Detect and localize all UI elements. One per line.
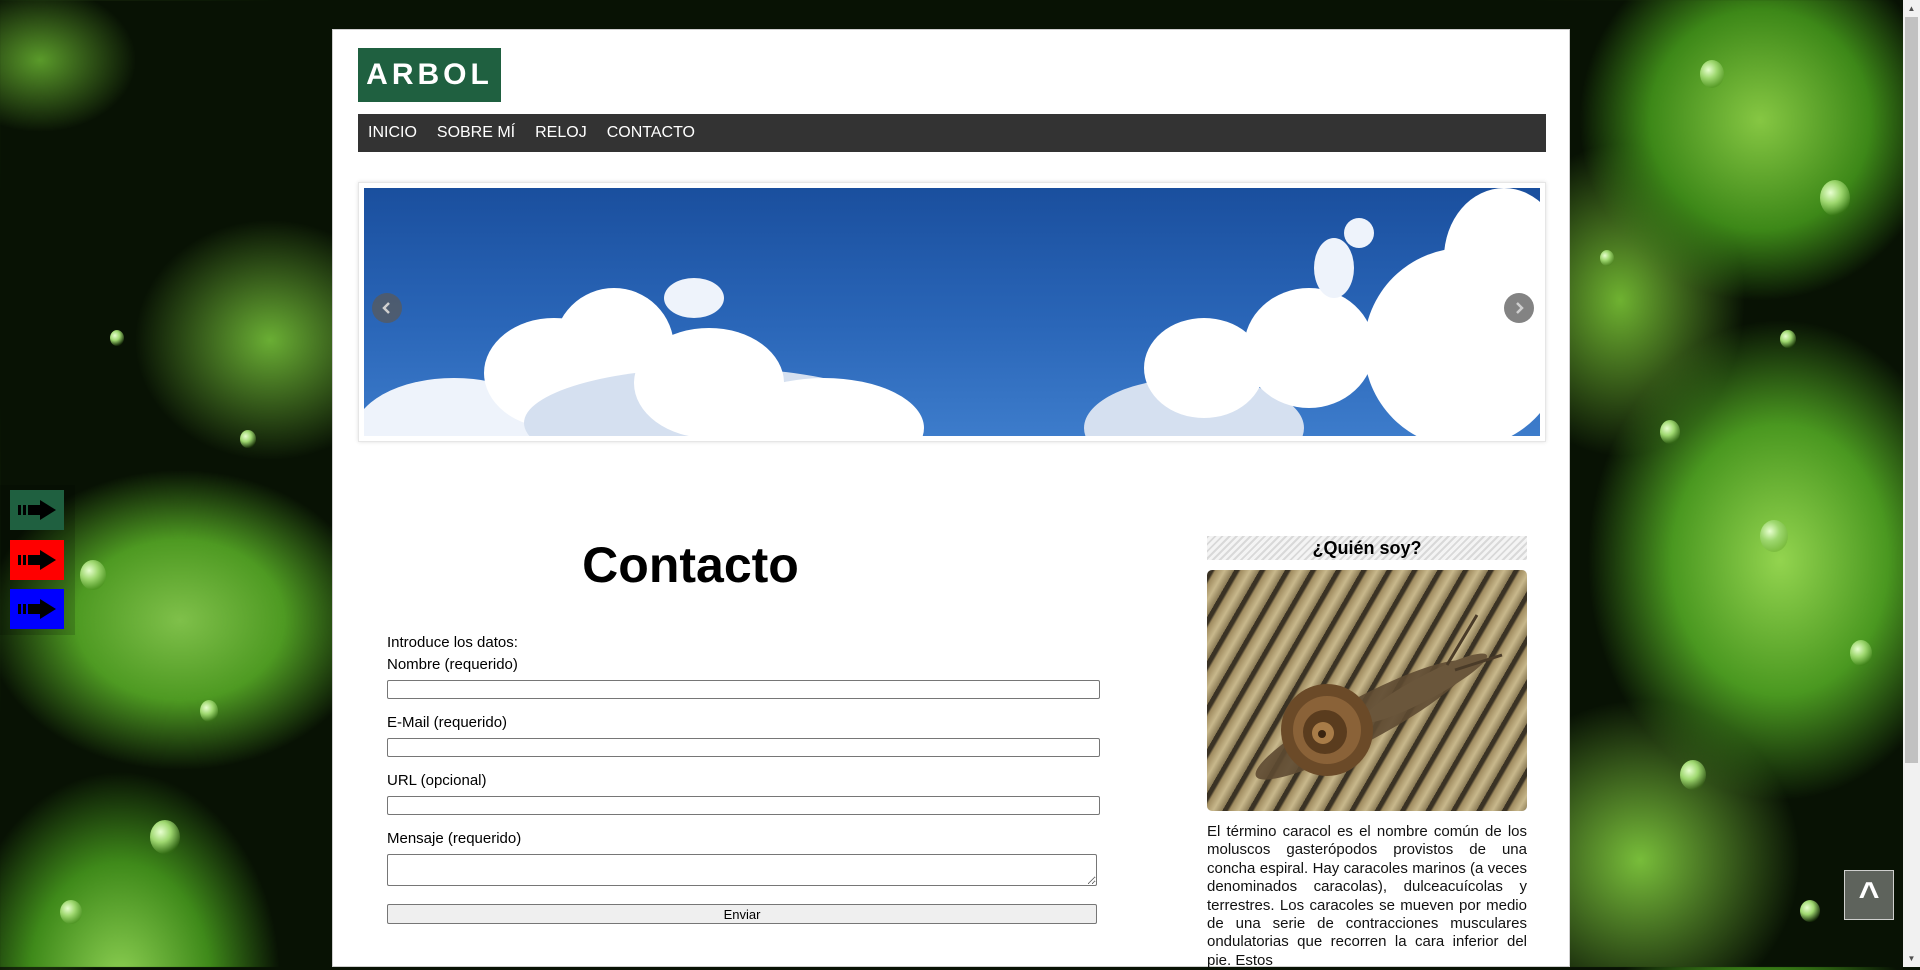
scroll-up-icon[interactable]: ▲ [1903, 0, 1920, 17]
name-field[interactable] [387, 680, 1100, 699]
arrow-right-icon [18, 500, 56, 520]
nav-item-inicio[interactable]: INICIO [368, 124, 417, 142]
caret-up-icon: ^ [1858, 874, 1880, 915]
image-slider [358, 182, 1546, 442]
sidebar-title: ¿Quién soy? [1207, 536, 1527, 560]
logo-text: ARBOL [366, 58, 493, 91]
page-container: ARBOL INICIO SOBRE MÍ RELOJ CONTACTO Con… [332, 29, 1570, 970]
email-field[interactable] [387, 738, 1100, 757]
arrow-right-icon [18, 550, 56, 570]
url-field[interactable] [387, 796, 1100, 815]
theme-blue-button[interactable] [10, 589, 64, 629]
arrow-right-icon [18, 599, 56, 619]
page-title: Contacto [582, 537, 799, 593]
theme-switcher [0, 485, 75, 635]
slider-prev-button[interactable] [372, 293, 402, 323]
submit-button[interactable]: Enviar [387, 904, 1097, 924]
nav-item-reloj[interactable]: RELOJ [535, 124, 587, 142]
email-label: E-Mail (requerido) [387, 714, 508, 731]
contact-form: Introduce los datos: Nombre (requerido) … [387, 632, 1102, 924]
scroll-down-icon[interactable]: ▼ [1903, 950, 1920, 967]
form-intro: Introduce los datos: [387, 634, 518, 651]
chevron-right-icon [1516, 302, 1524, 314]
site-logo[interactable]: ARBOL [358, 48, 501, 102]
nav-item-sobre-mi[interactable]: SOBRE MÍ [437, 124, 515, 142]
name-label: Nombre (requerido) [387, 656, 518, 673]
theme-green-button[interactable] [10, 490, 64, 530]
message-label: Mensaje (requerido) [387, 830, 522, 847]
main-nav: INICIO SOBRE MÍ RELOJ CONTACTO [358, 114, 1546, 152]
back-to-top-button[interactable]: ^ [1844, 870, 1894, 920]
chevron-left-icon [382, 302, 390, 314]
slider-next-button[interactable] [1504, 293, 1534, 323]
slider-image-sky [364, 188, 1540, 436]
scrollbar-thumb[interactable] [1905, 17, 1918, 763]
message-field[interactable] [387, 854, 1097, 886]
nav-item-contacto[interactable]: CONTACTO [607, 124, 695, 142]
url-label: URL (opcional) [387, 772, 487, 789]
snail-photo [1207, 570, 1527, 811]
page-scrollbar[interactable]: ▲ ▼ [1903, 0, 1920, 967]
theme-red-button[interactable] [10, 540, 64, 580]
sidebar-text: El término caracol es el nombre común de… [1207, 823, 1527, 969]
sidebar: ¿Quién soy? El término caracol es el nom… [1207, 536, 1527, 970]
